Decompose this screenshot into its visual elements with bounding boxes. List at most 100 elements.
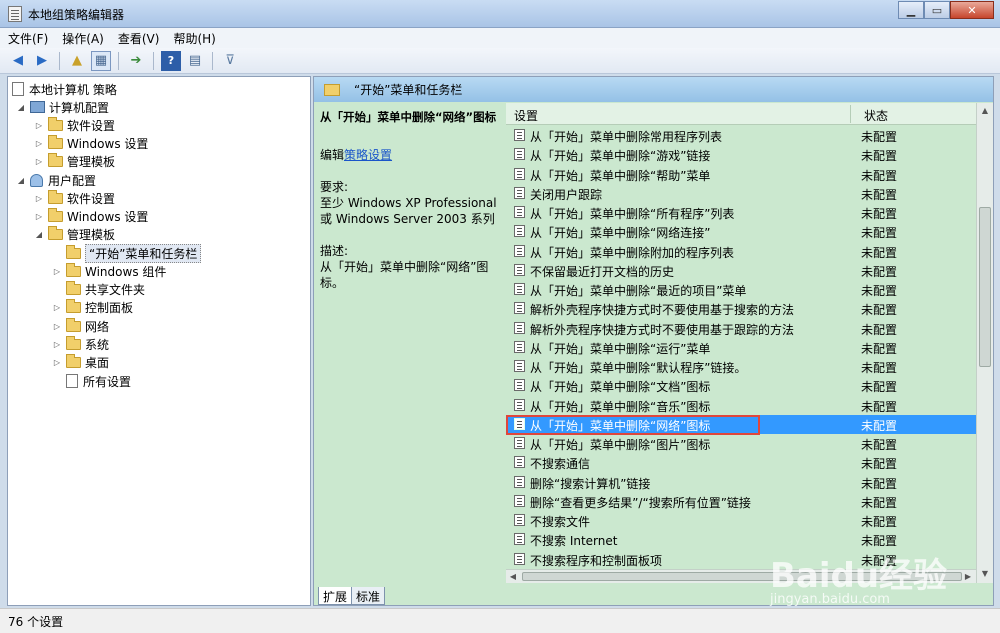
title-bar: 本地组策略编辑器 ▁ ▭ ✕ [0, 0, 1000, 28]
table-row[interactable]: 从「开始」菜单中删除“运行”菜单 未配置 [506, 338, 976, 357]
tree-item-user-windows[interactable]: ▷ Windows 设置 [34, 207, 148, 225]
tree-item-system[interactable]: ▷ 系统 [52, 335, 109, 353]
table-row[interactable]: 不搜索通信 未配置 [506, 453, 976, 472]
policy-setting-icon [514, 475, 525, 488]
tree-item-computer-config[interactable]: ◢ 计算机配置 [16, 98, 109, 116]
tree-item-desktop[interactable]: ▷ 桌面 [52, 353, 109, 371]
folder-icon [66, 353, 81, 368]
up-folder-icon[interactable]: ▲ [67, 51, 87, 71]
tree-item-all-settings[interactable]: 所有设置 [52, 372, 131, 390]
policy-setting-icon [514, 225, 525, 238]
table-row[interactable]: 从「开始」菜单中删除“网络”图标 未配置 [506, 414, 976, 435]
expand-arrow-icon[interactable]: ▷ [34, 139, 44, 148]
scroll-right-icon[interactable]: ▶ [961, 570, 975, 583]
menu-action[interactable]: 操作(A) [62, 30, 104, 47]
scroll-down-icon[interactable]: ▼ [977, 566, 993, 582]
all-settings-icon [66, 374, 78, 388]
table-row[interactable]: 删除“查看更多结果”/“搜索所有位置”链接 未配置 [506, 492, 976, 511]
scroll-up-icon[interactable]: ▲ [977, 103, 993, 119]
expand-arrow-icon[interactable]: ▷ [34, 194, 44, 203]
forward-icon[interactable]: ▶ [32, 51, 52, 71]
table-row[interactable]: 删除“搜索计算机”链接 未配置 [506, 473, 976, 492]
policy-setting-icon [514, 263, 525, 276]
edit-policy-link[interactable]: 策略设置 [344, 148, 392, 162]
vertical-scrollbar[interactable]: ▲ ▼ [976, 103, 993, 583]
setting-state: 未配置 [861, 399, 898, 414]
setting-name: 从「开始」菜单中删除“默认程序”链接。 [530, 361, 747, 375]
maximize-button[interactable]: ▭ [924, 1, 950, 19]
back-icon[interactable]: ◀ [8, 51, 28, 71]
scroll-left-icon[interactable]: ◀ [506, 570, 520, 583]
menu-view[interactable]: 查看(V) [118, 30, 160, 47]
expand-arrow-icon[interactable]: ▷ [34, 212, 44, 221]
tree-item-user-software[interactable]: ▷ 软件设置 [34, 189, 115, 207]
minimize-button[interactable]: ▁ [898, 1, 924, 19]
tree-item-root[interactable]: 本地计算机 策略 [12, 80, 117, 98]
expand-arrow-icon[interactable]: ▷ [34, 121, 44, 130]
tree-item-network[interactable]: ▷ 网络 [52, 317, 109, 335]
expand-arrow-icon[interactable]: ▷ [52, 358, 62, 367]
setting-state: 未配置 [861, 341, 898, 356]
policy-setting-icon [514, 533, 525, 546]
expand-arrow-icon[interactable]: ▷ [52, 267, 62, 276]
table-row[interactable]: 从「开始」菜单中删除“默认程序”链接。 未配置 [506, 357, 976, 376]
expand-arrow-icon[interactable]: ▷ [52, 340, 62, 349]
close-button[interactable]: ✕ [950, 1, 994, 19]
tree-item-user-config[interactable]: ◢ 用户配置 [16, 171, 96, 189]
setting-name: 从「开始」菜单中删除“游戏”链接 [530, 149, 711, 164]
table-row[interactable]: 从「开始」菜单中删除“最近的项目”菜单 未配置 [506, 280, 976, 299]
table-row[interactable]: 解析外壳程序快捷方式时不要使用基于跟踪的方法 未配置 [506, 319, 976, 338]
setting-state: 未配置 [861, 495, 898, 510]
folder-icon [66, 335, 81, 350]
table-row[interactable]: 不保留最近打开文档的历史 未配置 [506, 261, 976, 280]
menu-help[interactable]: 帮助(H) [173, 30, 215, 47]
tree-item-computer-windows[interactable]: ▷ Windows 设置 [34, 134, 148, 152]
setting-state: 未配置 [861, 264, 898, 279]
table-row[interactable]: 从「开始」菜单中删除“游戏”链接 未配置 [506, 145, 976, 164]
table-row[interactable]: 不搜索文件 未配置 [506, 511, 976, 530]
column-separator[interactable] [850, 105, 851, 123]
tree-item-windows-components[interactable]: ▷ Windows 组件 [52, 262, 166, 280]
table-row[interactable]: 关闭用户跟踪 未配置 [506, 184, 976, 203]
tab-standard[interactable]: 标准 [351, 587, 386, 605]
tab-extended[interactable]: 扩展 [318, 587, 353, 605]
expand-arrow-icon[interactable]: ▷ [52, 322, 62, 331]
show-hide-tree-icon[interactable]: ▦ [91, 50, 111, 71]
tree-item-control-panel[interactable]: ▷ 控制面板 [52, 298, 133, 316]
table-row[interactable]: 从「开始」菜单中删除“网络连接” 未配置 [506, 222, 976, 241]
table-row[interactable]: 从「开始」菜单中删除常用程序列表 未配置 [506, 126, 976, 145]
column-setting[interactable]: 设置 [514, 107, 538, 124]
scroll-thumb[interactable] [979, 207, 991, 367]
table-row[interactable]: 从「开始」菜单中删除“所有程序”列表 未配置 [506, 203, 976, 222]
collapse-arrow-icon[interactable]: ◢ [34, 230, 44, 239]
expand-arrow-icon[interactable]: ▷ [52, 303, 62, 312]
table-row[interactable]: 从「开始」菜单中删除“图片”图标 未配置 [506, 434, 976, 453]
tree-item-shared-folders[interactable]: 共享文件夹 [52, 280, 145, 298]
export-icon[interactable]: ➔ [126, 51, 146, 71]
table-row[interactable]: 从「开始」菜单中删除“文档”图标 未配置 [506, 376, 976, 395]
tree-item-computer-templates[interactable]: ▷ 管理模板 [34, 152, 115, 170]
setting-name: 不搜索文件 [530, 515, 591, 529]
tree-item-computer-software[interactable]: ▷ 软件设置 [34, 116, 115, 134]
collapse-arrow-icon[interactable]: ◢ [16, 176, 26, 185]
setting-state: 未配置 [861, 418, 898, 433]
policy-setting-icon [514, 148, 525, 161]
tree-item-user-templates[interactable]: ◢ 管理模板 [34, 225, 115, 243]
table-row[interactable]: 解析外壳程序快捷方式时不要使用基于搜索的方法 未配置 [506, 299, 976, 318]
column-state[interactable]: 状态 [864, 107, 888, 124]
table-row[interactable]: 从「开始」菜单中删除附加的程序列表 未配置 [506, 242, 976, 261]
collapse-arrow-icon[interactable]: ◢ [16, 103, 26, 112]
properties-icon[interactable]: ▤ [185, 51, 205, 71]
setting-name: 从「开始」菜单中删除“最近的项目”菜单 [530, 284, 747, 298]
filter-icon[interactable]: ⊽ [220, 51, 240, 71]
expand-arrow-icon[interactable]: ▷ [34, 157, 44, 166]
tree-item-start-menu[interactable]: “开始”菜单和任务栏 [52, 243, 202, 263]
table-row[interactable]: 从「开始」菜单中删除“帮助”菜单 未配置 [506, 165, 976, 184]
menu-file[interactable]: 文件(F) [8, 30, 48, 47]
setting-state: 未配置 [861, 438, 898, 452]
help-icon[interactable]: ? [161, 50, 181, 71]
requirement-label: 要求: [320, 180, 349, 194]
table-row[interactable]: 不搜索 Internet 未配置 [506, 530, 976, 549]
table-row[interactable]: 从「开始」菜单中删除“音乐”图标 未配置 [506, 396, 976, 415]
policy-setting-icon [514, 129, 525, 141]
